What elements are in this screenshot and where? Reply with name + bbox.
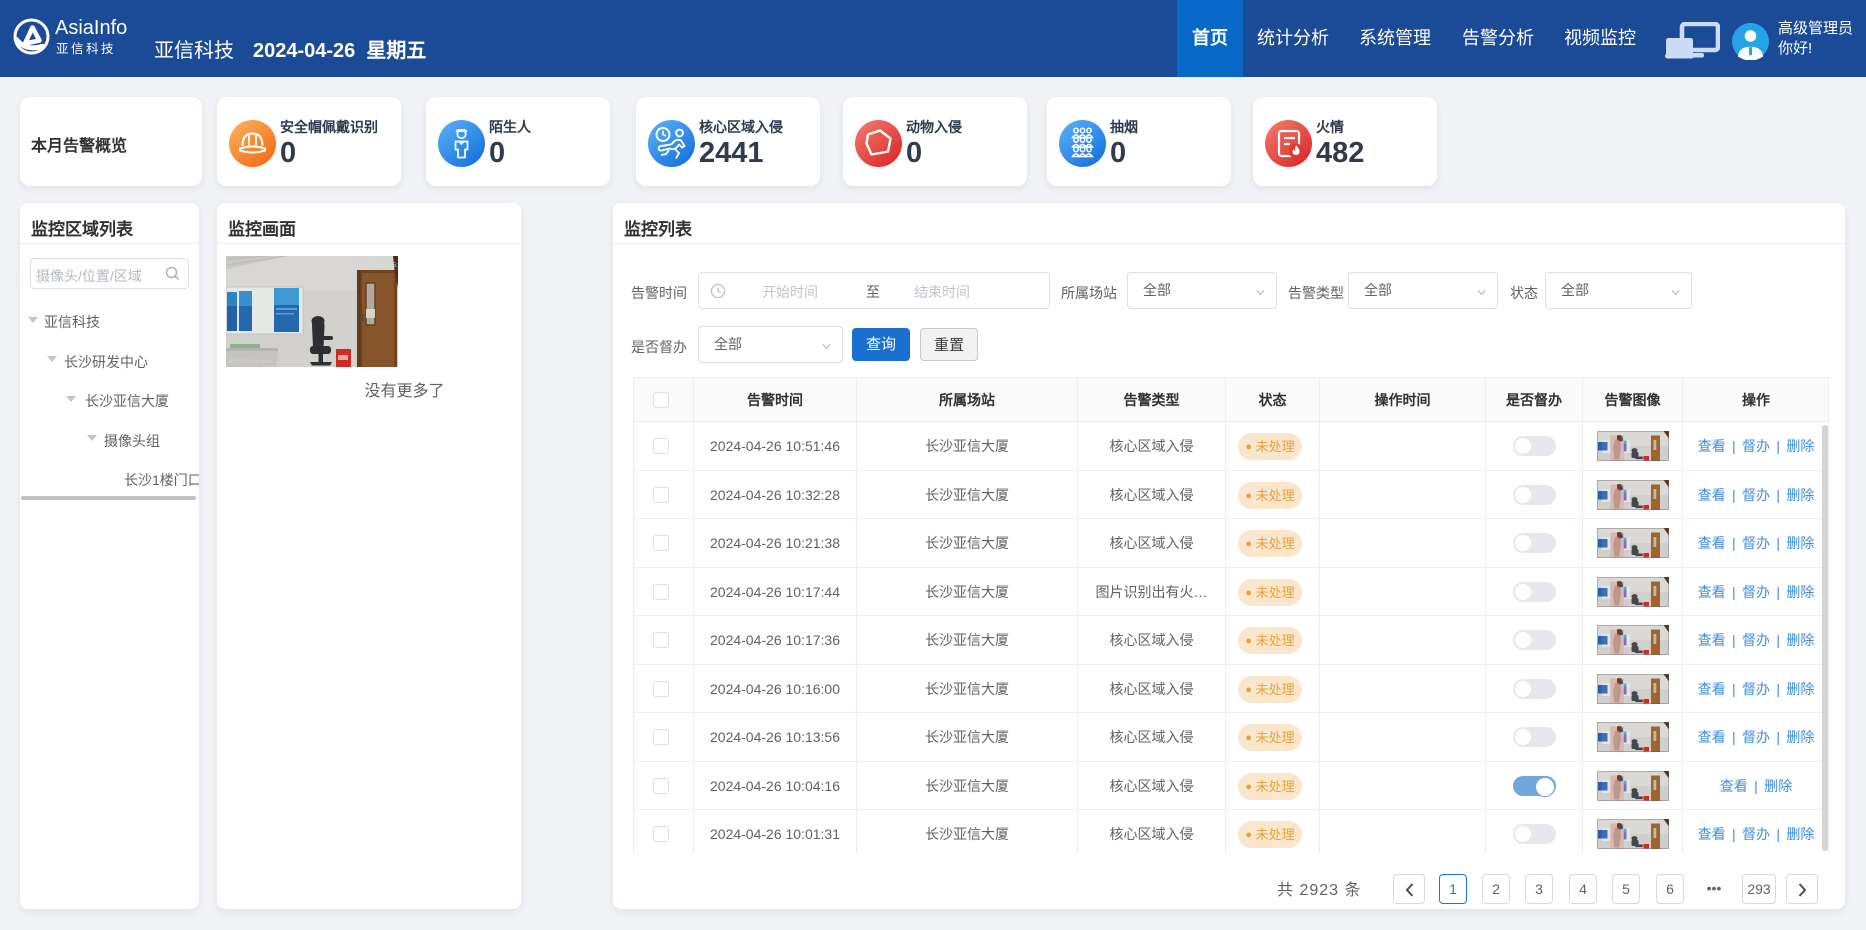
svg-text:2024-04-26 15:28: 2024-04-26 15:28 [354,262,398,269]
svg-text:IPC02 Camera: IPC02 Camera [229,358,272,365]
